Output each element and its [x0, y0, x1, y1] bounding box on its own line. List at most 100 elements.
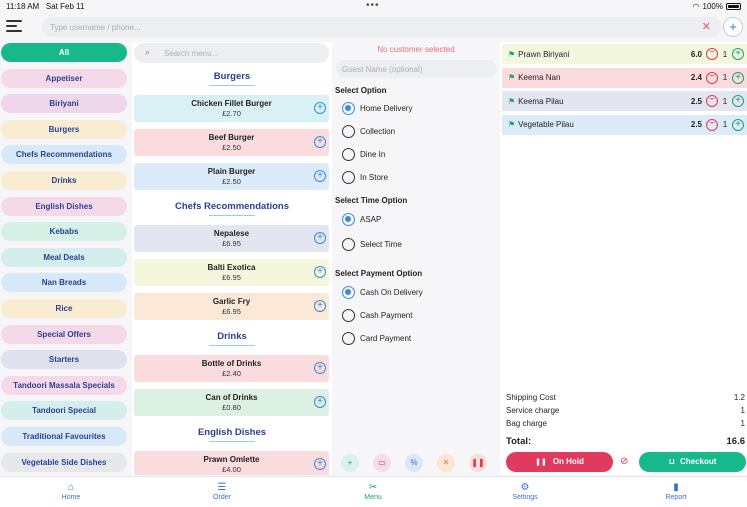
category-all[interactable]: All: [1, 43, 127, 62]
nav-home[interactable]: ⌂ Home: [41, 482, 101, 501]
radio-select-time[interactable]: Select Time: [342, 237, 402, 251]
minus-icon[interactable]: −: [706, 118, 718, 131]
radio-circle: [342, 101, 355, 115]
bottom-nav: ⌂ Home ☰ Order ✂ Menu ⚙ Settings ▮ Report: [0, 476, 747, 507]
menu-item[interactable]: Can of Drinks £0.80 +: [134, 389, 329, 416]
menu-item-name: Nepalese: [213, 229, 250, 238]
add-item-icon[interactable]: +: [314, 362, 326, 374]
menu-item[interactable]: Bottle of Drinks £2.40 +: [134, 355, 329, 382]
plus-icon[interactable]: +: [732, 118, 744, 131]
category-special-offers[interactable]: Special Offers: [1, 324, 127, 344]
menu-item[interactable]: Beef Burger £2.50 +: [134, 129, 329, 156]
plus-icon: +: [729, 19, 737, 34]
category-tandoori-massala-specials[interactable]: Tandoori Massala Specials: [1, 375, 127, 395]
cart-item-count: 1: [722, 49, 728, 59]
radio-dine-in[interactable]: Dine In: [342, 147, 385, 161]
add-item-icon[interactable]: +: [314, 266, 326, 278]
category-chefs-recommendations[interactable]: Chefs Recommendations: [1, 145, 127, 165]
category-traditional-favourites[interactable]: Traditional Favourites: [1, 427, 127, 446]
category-rice[interactable]: Rice: [1, 299, 127, 318]
charge-value: 1.2: [733, 393, 745, 402]
menu-item-price: £2.70: [222, 109, 241, 118]
charge-value: 1: [740, 406, 745, 415]
minus-icon[interactable]: −: [706, 95, 718, 107]
cart-line: ⚑ Vegetable Pilau 2.5−1 +: [502, 114, 747, 135]
add-item-icon[interactable]: +: [314, 102, 326, 114]
customer-search-input[interactable]: Type username / phone... ✕: [42, 17, 721, 37]
radio-in-store[interactable]: In Store: [342, 170, 388, 184]
category-kebabs[interactable]: Kebabs: [1, 222, 127, 242]
category-biriyani[interactable]: Biriyani: [1, 94, 127, 114]
multitask-dots[interactable]: •••: [366, 0, 380, 11]
hamburger-menu-icon[interactable]: [6, 20, 22, 32]
category-starters[interactable]: Starters: [1, 350, 127, 370]
plus-icon[interactable]: +: [732, 48, 744, 60]
menu-item[interactable]: Chicken Fillet Burger £2.70 +: [134, 95, 329, 122]
menu-item[interactable]: Prawn Omlette £4.00 +: [134, 451, 329, 475]
radio-cash-payment[interactable]: Cash Payment: [342, 308, 412, 322]
category-drinks[interactable]: Drinks: [1, 171, 127, 190]
utensils-icon: ✂: [368, 482, 378, 493]
menu-item[interactable]: Garlic Fry £6.95 +: [134, 293, 329, 320]
add-customer-button[interactable]: +: [723, 17, 743, 37]
cart-item-price: 6.0: [690, 49, 702, 59]
add-item-icon[interactable]: +: [314, 300, 326, 312]
radio-circle: [342, 331, 355, 345]
cart-item-count: 1: [722, 73, 728, 82]
radio-label: ASAP: [360, 214, 382, 224]
category-vegetable-side-dishes[interactable]: Vegetable Side Dishes: [1, 452, 127, 472]
cart-line: ⚑ Keema Pilau 2.5−1 +: [502, 91, 747, 111]
comment-icon[interactable]: ▭: [373, 454, 391, 472]
radio-card-payment[interactable]: Card Payment: [342, 331, 411, 345]
cart-item-price: 2.5: [690, 96, 702, 106]
add-item-icon[interactable]: +: [314, 232, 326, 244]
cart-item-price: 2.4: [690, 73, 702, 82]
note-icon: ⚑: [508, 120, 516, 129]
radio-label: Collection: [360, 126, 396, 136]
category-appetiser[interactable]: Appetiser: [1, 68, 127, 88]
on-hold-button[interactable]: ❚❚ On Hold: [506, 452, 613, 472]
add-item-icon[interactable]: +: [314, 136, 326, 148]
pause-icon[interactable]: ❚❚: [469, 454, 487, 472]
guest-name-input[interactable]: Guest Name (optional): [336, 60, 497, 78]
nav-report[interactable]: ▮ Report: [646, 482, 706, 501]
radio-collection[interactable]: Collection: [342, 124, 395, 138]
minus-icon[interactable]: −: [706, 48, 718, 60]
mute-icon[interactable]: ⊘: [620, 456, 628, 467]
battery-label: 100%: [702, 2, 723, 11]
category-nan-breads[interactable]: Nan Breads: [1, 273, 127, 293]
menu-search-placeholder: Search menu...: [164, 49, 219, 58]
percent-icon[interactable]: %: [405, 454, 423, 472]
menu-item[interactable]: Nepalese £6.95 +: [134, 225, 329, 252]
minus-icon[interactable]: −: [706, 71, 718, 84]
radio-cash-on-delivery[interactable]: Cash On Delivery: [342, 285, 423, 299]
add-item-icon[interactable]: +: [314, 458, 326, 470]
category-meal-deals[interactable]: Meal Deals: [1, 247, 127, 267]
close-icon[interactable]: ✕: [702, 20, 711, 33]
nav-order[interactable]: ☰ Order: [192, 482, 252, 501]
checkout-label: Checkout: [679, 457, 717, 466]
plus-icon[interactable]: +: [732, 95, 744, 107]
menu-item-name: Balti Exotica: [207, 263, 256, 272]
add-item-icon[interactable]: +: [314, 170, 326, 182]
radio-home-delivery[interactable]: Home Delivery: [342, 101, 412, 115]
cart-line: ⚑ Prawn Biriyani 6.0−1 +: [502, 44, 747, 64]
menu-item[interactable]: Balti Exotica £6.95 +: [134, 259, 329, 286]
menu-item[interactable]: Plain Burger £2.50 +: [134, 163, 329, 190]
menu-item-price: £0.80: [222, 403, 241, 412]
home-icon: ⌂: [67, 482, 75, 493]
plus-icon[interactable]: +: [732, 71, 744, 84]
plus-icon[interactable]: +: [341, 454, 359, 472]
nav-menu[interactable]: ✂ Menu: [343, 482, 403, 501]
checkout-button[interactable]: ⊔ Checkout: [639, 452, 746, 472]
radio-asap[interactable]: ASAP: [342, 212, 381, 226]
nav-settings[interactable]: ⚙ Settings: [495, 482, 555, 501]
category-burgers[interactable]: Burgers: [1, 119, 127, 139]
add-item-icon[interactable]: +: [314, 396, 326, 408]
close-icon[interactable]: ✕: [437, 454, 455, 472]
category-tandoori-special[interactable]: Tandoori Special: [1, 401, 127, 421]
menu-item-name: Plain Burger: [207, 167, 256, 176]
order-total: Total: 16.6: [506, 436, 745, 447]
category-english-dishes[interactable]: English Dishes: [1, 196, 127, 216]
menu-search-input[interactable]: ⌕ Search menu...: [134, 43, 329, 63]
